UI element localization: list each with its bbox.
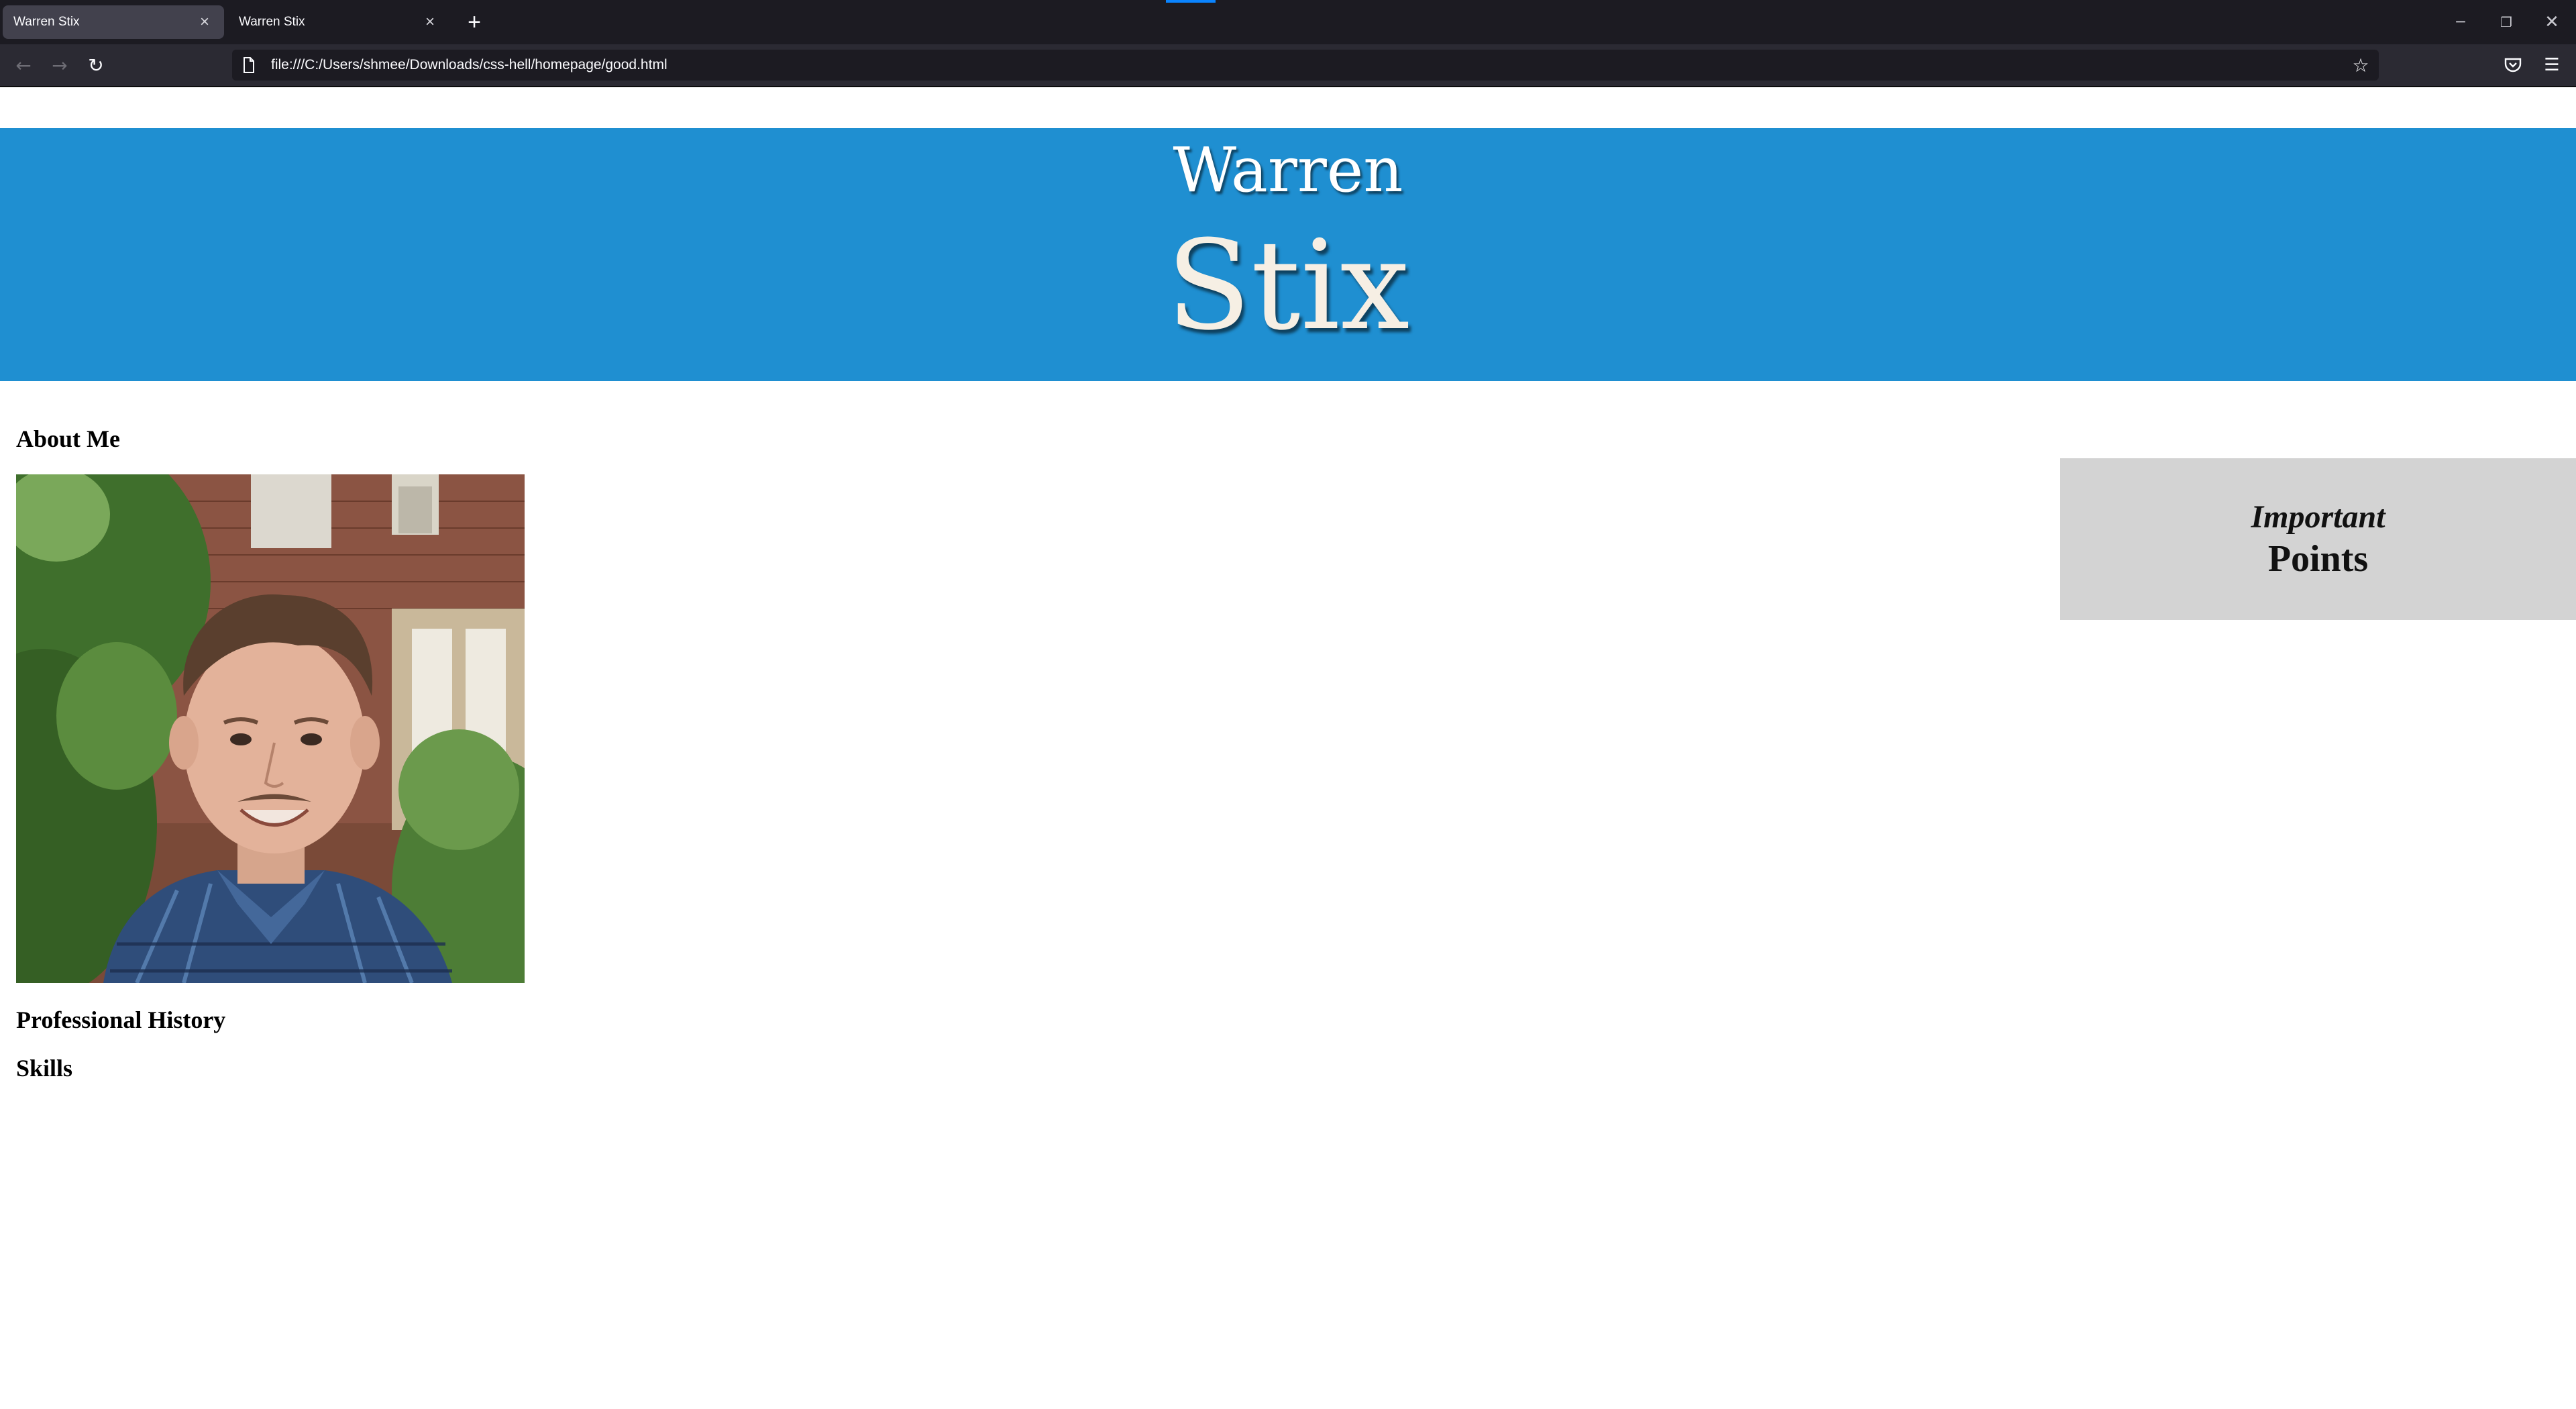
close-icon[interactable]: ×: [421, 13, 439, 31]
professional-history-heading: Professional History: [16, 1006, 226, 1033]
page-icon: [241, 56, 256, 74]
reload-icon[interactable]: ↻: [82, 51, 110, 79]
about-me-heading: About Me: [16, 425, 120, 452]
plus-icon[interactable]: +: [462, 9, 487, 35]
restore-icon[interactable]: ❐: [2490, 7, 2522, 38]
navigation-toolbar: ← → ↻ file:///C:/Users/shmee/Downloads/c…: [0, 44, 2576, 87]
important-points-box: Important Points: [2060, 458, 2576, 620]
browser-tab[interactable]: Warren Stix ×: [228, 5, 449, 39]
star-icon[interactable]: ☆: [2348, 52, 2373, 78]
header-last-name: Stix: [1166, 214, 1410, 358]
profile-photo: [16, 474, 525, 983]
window-close-icon[interactable]: ✕: [2536, 7, 2568, 38]
tab-title: Warren Stix: [239, 15, 305, 29]
minimize-icon[interactable]: ─: [2445, 7, 2477, 38]
close-icon[interactable]: ×: [196, 13, 213, 31]
browser-tab-active[interactable]: Warren Stix ×: [3, 5, 224, 39]
header-first-name: Warren: [1173, 134, 1403, 206]
browser-tab-strip: Warren Stix × Warren Stix × + ─ ❐ ✕: [0, 0, 2576, 44]
skills-heading: Skills: [16, 1055, 73, 1082]
tab-drag-indicator: [1166, 0, 1216, 3]
aside-title-line1: Important: [2251, 499, 2385, 535]
pocket-icon[interactable]: [2500, 52, 2526, 78]
url-text: file:///C:/Users/shmee/Downloads/css-hel…: [271, 57, 667, 72]
hamburger-menu-icon[interactable]: ☰: [2538, 52, 2565, 78]
aside-title-line2: Points: [2267, 538, 2369, 580]
tab-title: Warren Stix: [13, 15, 80, 29]
address-bar[interactable]: file:///C:/Users/shmee/Downloads/css-hel…: [232, 50, 2379, 81]
arrow-left-icon[interactable]: ←: [9, 51, 38, 79]
arrow-right-icon[interactable]: →: [46, 51, 74, 79]
site-header: Warren Stix: [0, 128, 2576, 381]
